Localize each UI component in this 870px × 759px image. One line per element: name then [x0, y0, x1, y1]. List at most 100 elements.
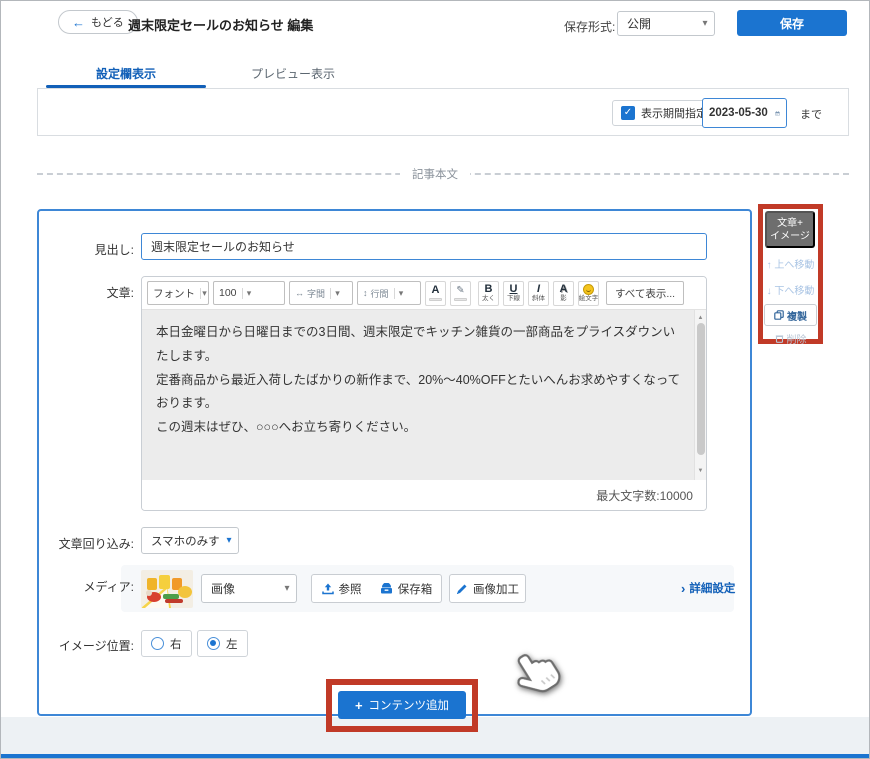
chevron-down-icon: ▾ [696, 18, 714, 29]
move-up-button[interactable]: ↑ 上へ移動 [763, 256, 818, 271]
body-line: この週末はぜひ、○○○へお立ち寄りください。 [156, 416, 682, 440]
position-right-label: 右 [170, 636, 182, 652]
period-end-date-input[interactable] [702, 98, 787, 128]
image-edit-label: 画像加工 [473, 581, 519, 597]
media-thumbnail[interactable] [141, 570, 193, 608]
position-left-label: 左 [226, 636, 238, 652]
emoji-button[interactable]: 絵文字 [578, 281, 599, 306]
highlight-color-button[interactable]: ✎ [450, 281, 471, 306]
browse-label: 参照 [339, 581, 362, 597]
arrow-up-icon: ↑ [767, 260, 772, 271]
move-up-label: 上へ移動 [774, 260, 814, 271]
save-format-select[interactable]: 公開 ▾ [617, 11, 715, 36]
font-size-value: 100 [214, 287, 242, 299]
scrollbar[interactable]: ▲ ▼ [694, 310, 706, 480]
image-edit-button[interactable]: 画像加工 [449, 574, 526, 603]
block-type-line2: イメージ [770, 230, 810, 243]
move-down-label: 下へ移動 [774, 286, 814, 297]
font-select[interactable]: フォント ▾ [147, 281, 209, 305]
position-right-option[interactable]: 右 [141, 630, 192, 657]
plus-icon: + [355, 699, 363, 712]
chevron-down-icon: ▾ [242, 288, 256, 299]
image-edit-pencil-icon [456, 583, 468, 595]
chevron-down-icon: ▾ [330, 288, 344, 299]
highlight-pen-icon: ✎ [456, 286, 464, 296]
italic-button[interactable]: I 斜体 [528, 281, 549, 306]
line-height-select[interactable]: ↕ 行間 ▾ [357, 281, 421, 305]
delete-button[interactable]: 削除 [763, 331, 818, 346]
font-size-select[interactable]: 100 ▾ [213, 281, 285, 305]
chevron-right-icon: › [681, 582, 685, 595]
chevron-down-icon: ▾ [278, 583, 296, 594]
advanced-settings-label: 詳細設定 [689, 580, 735, 596]
text-wrap-value: スマホのみする [142, 533, 220, 549]
bold-button[interactable]: B 太く [478, 281, 499, 306]
footer-accent-bar [1, 754, 869, 759]
letter-spacing-icon: ↔ [295, 288, 304, 298]
save-format-value: 公開 [618, 15, 696, 32]
font-select-value: フォント [148, 286, 200, 301]
show-all-button[interactable]: すべて表示... [606, 281, 684, 305]
highlight-color-swatch [454, 298, 467, 301]
storage-box-button[interactable]: 保存箱 [371, 574, 442, 603]
position-left-option[interactable]: 左 [197, 630, 248, 657]
display-period-label: 表示期間指定 [641, 105, 707, 121]
media-type-value: 画像 [202, 580, 278, 597]
radio-unchecked-icon[interactable] [151, 637, 164, 650]
checkbox-checked-icon[interactable]: ✓ [621, 106, 635, 120]
until-label: まで [800, 106, 822, 122]
article-body-divider-label: 記事本文 [400, 166, 470, 182]
add-content-button[interactable]: + コンテンツ追加 [338, 691, 466, 719]
save-format-label: 保存形式: [564, 18, 615, 35]
media-type-select[interactable]: 画像 ▾ [201, 574, 297, 603]
tab-settings-view[interactable]: 設定欄表示 [46, 65, 206, 82]
block-type-button[interactable]: 文章+ イメージ [765, 211, 815, 248]
settings-panel: ✓ 表示期間指定 まで [37, 88, 849, 136]
body-textarea[interactable]: 本日金曜日から日曜日までの3日間、週末限定でキッチン雑貨の一部商品をプライスダウ… [142, 310, 706, 480]
body-line: 本日金曜日から日曜日までの3日間、週末限定でキッチン雑貨の一部商品をプライスダウ… [156, 321, 682, 369]
scroll-down-icon[interactable]: ▼ [695, 466, 706, 477]
shadow-icon: A [560, 284, 568, 295]
browse-button[interactable]: 参照 [311, 574, 372, 603]
body-line: 定番商品から最近入荷したばかりの新作まで、20%〜40%OFFとたいへんお求めや… [156, 369, 682, 417]
body-label: 文章: [37, 284, 134, 301]
advanced-settings-link[interactable]: › 詳細設定 [681, 580, 735, 596]
scrollbar-thumb[interactable] [697, 323, 705, 455]
delete-label: 削除 [787, 331, 807, 346]
heading-input[interactable] [141, 233, 707, 260]
text-wrap-label: 文章回り込み: [37, 535, 134, 552]
chevron-down-icon: ▾ [394, 288, 408, 299]
back-button[interactable]: ← もどる [58, 10, 138, 34]
letter-spacing-select[interactable]: ↔ 字間 ▾ [289, 281, 353, 305]
calendar-icon[interactable] [775, 107, 780, 120]
media-label: メディア: [37, 578, 134, 595]
block-type-line1: 文章+ [777, 217, 803, 230]
save-button[interactable]: 保存 [737, 10, 847, 36]
back-arrow-icon: ← [72, 16, 85, 29]
display-period-checkbox[interactable]: ✓ 表示期間指定 [612, 100, 716, 126]
rich-text-editor: フォント ▾ 100 ▾ ↔ 字間 ▾ ↕ 行間 ▾ [141, 276, 707, 511]
page-title: 週末限定セールのお知らせ 編集 [128, 15, 313, 34]
text-wrap-select[interactable]: スマホのみする ▾ [141, 527, 239, 554]
date-value[interactable] [709, 107, 771, 119]
duplicate-button[interactable]: 複製 [764, 304, 817, 326]
move-down-button[interactable]: ↓ 下へ移動 [763, 282, 818, 297]
tab-preview-view[interactable]: プレビュー表示 [213, 65, 373, 82]
shadow-button[interactable]: A 影 [553, 281, 574, 306]
arrow-down-icon: ↓ [767, 286, 772, 297]
underline-icon: U [510, 284, 518, 295]
letter-spacing-label: 字間 [307, 287, 325, 300]
underline-button[interactable]: U 下線 [503, 281, 524, 306]
shadow-label: 影 [560, 296, 567, 303]
back-label: もどる [91, 14, 124, 30]
editor-toolbar: フォント ▾ 100 ▾ ↔ 字間 ▾ ↕ 行間 ▾ [142, 277, 706, 310]
emoji-label: 絵文字 [579, 296, 599, 303]
storage-box-label: 保存箱 [398, 581, 433, 597]
line-height-icon: ↕ [363, 288, 368, 298]
italic-label: 斜体 [532, 296, 545, 303]
line-height-label: 行間 [371, 287, 389, 300]
radio-checked-icon[interactable] [207, 637, 220, 650]
text-color-button[interactable]: A [425, 281, 446, 306]
copy-icon [774, 310, 784, 320]
bold-icon: B [485, 284, 493, 295]
